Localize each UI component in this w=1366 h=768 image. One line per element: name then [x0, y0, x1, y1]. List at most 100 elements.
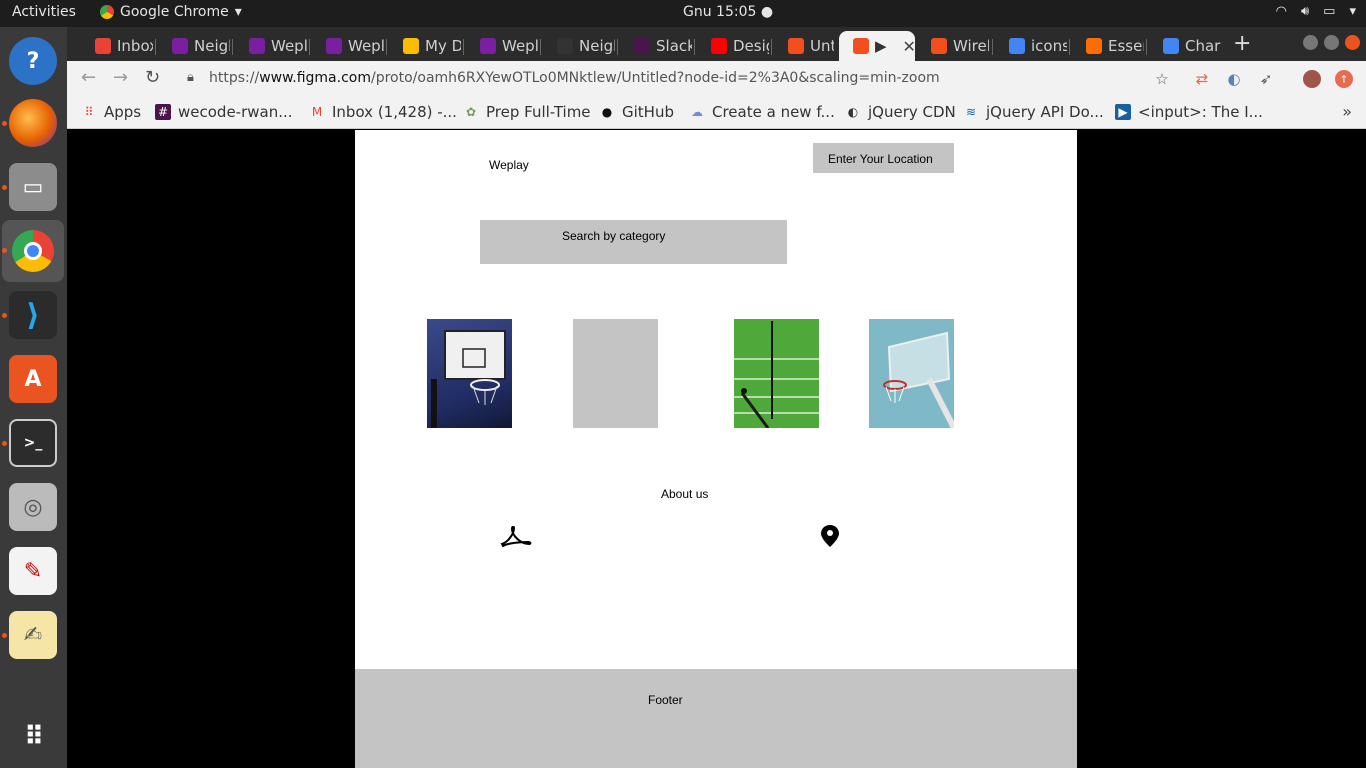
bookmark-item[interactable]: # wecode-rwan...	[155, 103, 293, 121]
clock[interactable]: Gnu 15:05 ●	[683, 4, 773, 20]
bookmark-item[interactable]: ≋ jQuery API Do...	[963, 103, 1104, 121]
maximize-icon[interactable]	[1324, 35, 1339, 50]
browser-tab[interactable]: Charl	[1149, 31, 1221, 61]
tab-separator	[992, 39, 993, 55]
bookmark-item[interactable]: ● GitHub	[599, 103, 674, 121]
text-editor-icon[interactable]: ✍	[9, 611, 57, 659]
tab-label: Wepl	[348, 37, 384, 55]
running-indicator	[2, 441, 7, 446]
bookmark-label: GitHub	[622, 103, 674, 121]
cloud-icon: ☁	[691, 105, 703, 119]
tab-separator	[155, 39, 156, 55]
running-indicator	[2, 313, 7, 318]
bookmark-item[interactable]: ✿ Prep Full-Time	[463, 103, 591, 121]
tab-label: Desig	[733, 37, 769, 55]
basketball-hoop-image[interactable]	[427, 319, 512, 428]
app-menu[interactable]: Google Chrome ▾	[100, 4, 242, 20]
prototype-frame: Weplay Enter Your Location Search by cat…	[355, 130, 1077, 768]
browser-tab[interactable]: icons	[995, 31, 1067, 61]
tab-label: Neigl	[579, 37, 615, 55]
bookmark-item[interactable]: ◐ jQuery CDN	[845, 103, 956, 121]
minimize-icon[interactable]	[1303, 35, 1318, 50]
browser-tab[interactable]: Esser	[1072, 31, 1144, 61]
tab-label: ▶	[875, 37, 887, 55]
browser-tab[interactable]: ▶ ✕	[839, 31, 915, 61]
software-center-icon[interactable]: A	[9, 355, 57, 403]
browser-tab[interactable]: Wepl	[312, 31, 384, 61]
url-text: https://www.figma.com/proto/oamh6RXYewOT…	[209, 70, 940, 86]
tab-favicon-icon	[788, 38, 804, 54]
tab-favicon-icon	[480, 38, 496, 54]
help-icon[interactable]: ?	[9, 37, 57, 85]
activities-button[interactable]: Activities	[12, 4, 76, 20]
sports-field-image[interactable]	[734, 319, 819, 428]
terminal-icon[interactable]: >_	[9, 419, 57, 467]
extension-icon[interactable]: ⇄	[1193, 70, 1211, 88]
tab-favicon-icon	[172, 38, 188, 54]
browser-tab[interactable]: My D	[389, 31, 461, 61]
vscode-icon[interactable]: ⟩	[9, 291, 57, 339]
gmail-icon: M	[311, 105, 323, 119]
browser-tab[interactable]: Neigl	[158, 31, 230, 61]
bookmark-item[interactable]: ☁ Create a new f...	[689, 103, 835, 121]
battery-icon: ▭	[1323, 4, 1336, 19]
footer-label: Footer	[648, 693, 683, 707]
tab-separator	[232, 39, 233, 55]
back-button[interactable]: ←	[81, 67, 96, 88]
system-tray[interactable]: ◠ 🔊︎ ▭ ▾	[1276, 4, 1356, 19]
browser-tab[interactable]: Inbox	[81, 31, 153, 61]
acrobat-icon[interactable]	[500, 526, 532, 548]
extension-rocket-icon[interactable]: ➶	[1257, 70, 1275, 88]
search-category-box[interactable]: Search by category	[480, 220, 787, 264]
update-icon[interactable]: ↑	[1335, 70, 1353, 88]
slack-icon: #	[155, 104, 171, 120]
browser-tab[interactable]: Wepl	[235, 31, 307, 61]
bookmark-item[interactable]: ⠿ Apps	[81, 103, 142, 121]
reload-button[interactable]: ↻	[145, 67, 160, 88]
browser-tab[interactable]: Slack	[620, 31, 692, 61]
tab-favicon-icon	[931, 38, 947, 54]
location-button[interactable]: Enter Your Location	[813, 143, 954, 173]
browser-tab[interactable]: Neigl	[543, 31, 615, 61]
disk-utility-icon[interactable]: ◎	[9, 483, 57, 531]
tab-favicon-icon	[326, 38, 342, 54]
tab-label: Charl	[1185, 37, 1221, 55]
bookmark-label: Inbox (1,428) -...	[332, 103, 457, 121]
bookmark-item[interactable]: M Inbox (1,428) -...	[309, 103, 457, 121]
bookmarks-bar: ⠿ Apps # wecode-rwan... M Inbox (1,428) -... ✿…	[67, 97, 1366, 129]
forward-button[interactable]: →	[113, 67, 128, 88]
app-name: Google Chrome	[120, 4, 229, 20]
chrome-icon[interactable]	[2, 220, 64, 282]
browser-toolbar: ← → ↻ 🔒︎ https://www.figma.com/proto/oam…	[67, 61, 1366, 97]
tab-favicon-icon	[403, 38, 419, 54]
profile-avatar[interactable]	[1303, 70, 1321, 88]
more-bookmarks-icon[interactable]: »	[1342, 102, 1352, 121]
browser-tab[interactable]: Wepl	[466, 31, 538, 61]
tab-separator	[386, 39, 387, 55]
basketball-backboard-image[interactable]	[869, 319, 954, 428]
extension-icon[interactable]: ◐	[1225, 70, 1243, 88]
files-icon[interactable]: ▭	[9, 163, 57, 211]
close-window-icon[interactable]	[1345, 35, 1360, 50]
volume-icon: 🔊︎	[1300, 4, 1310, 19]
close-tab-icon[interactable]: ✕	[903, 37, 915, 56]
browser-tab[interactable]: Desig	[697, 31, 769, 61]
firefox-icon[interactable]	[9, 99, 57, 147]
browser-tab[interactable]: Untit	[774, 31, 834, 61]
address-bar[interactable]: 🔒︎ https://www.figma.com/proto/oamh6RXYe…	[177, 65, 1183, 93]
chrome-logo-icon	[12, 230, 54, 272]
pdf-viewer-icon[interactable]: ✎	[9, 547, 57, 595]
running-indicator	[2, 633, 7, 638]
bookmark-item[interactable]: ▶ <input>: The I...	[1115, 103, 1263, 121]
tab-separator	[463, 39, 464, 55]
tab-label: My D	[425, 37, 461, 55]
new-tab-button[interactable]: +	[1233, 31, 1251, 56]
app-grid-icon[interactable]: ⠿	[9, 713, 57, 761]
bookmark-label: Create a new f...	[712, 103, 835, 121]
image-placeholder[interactable]	[573, 319, 658, 428]
browser-tab[interactable]: Wirel	[917, 31, 989, 61]
location-pin-icon[interactable]	[820, 524, 840, 548]
bookmark-star-icon[interactable]: ☆	[1153, 70, 1171, 88]
tab-label: Esser	[1108, 37, 1144, 55]
apps-grid-icon: ⠿	[84, 105, 94, 119]
